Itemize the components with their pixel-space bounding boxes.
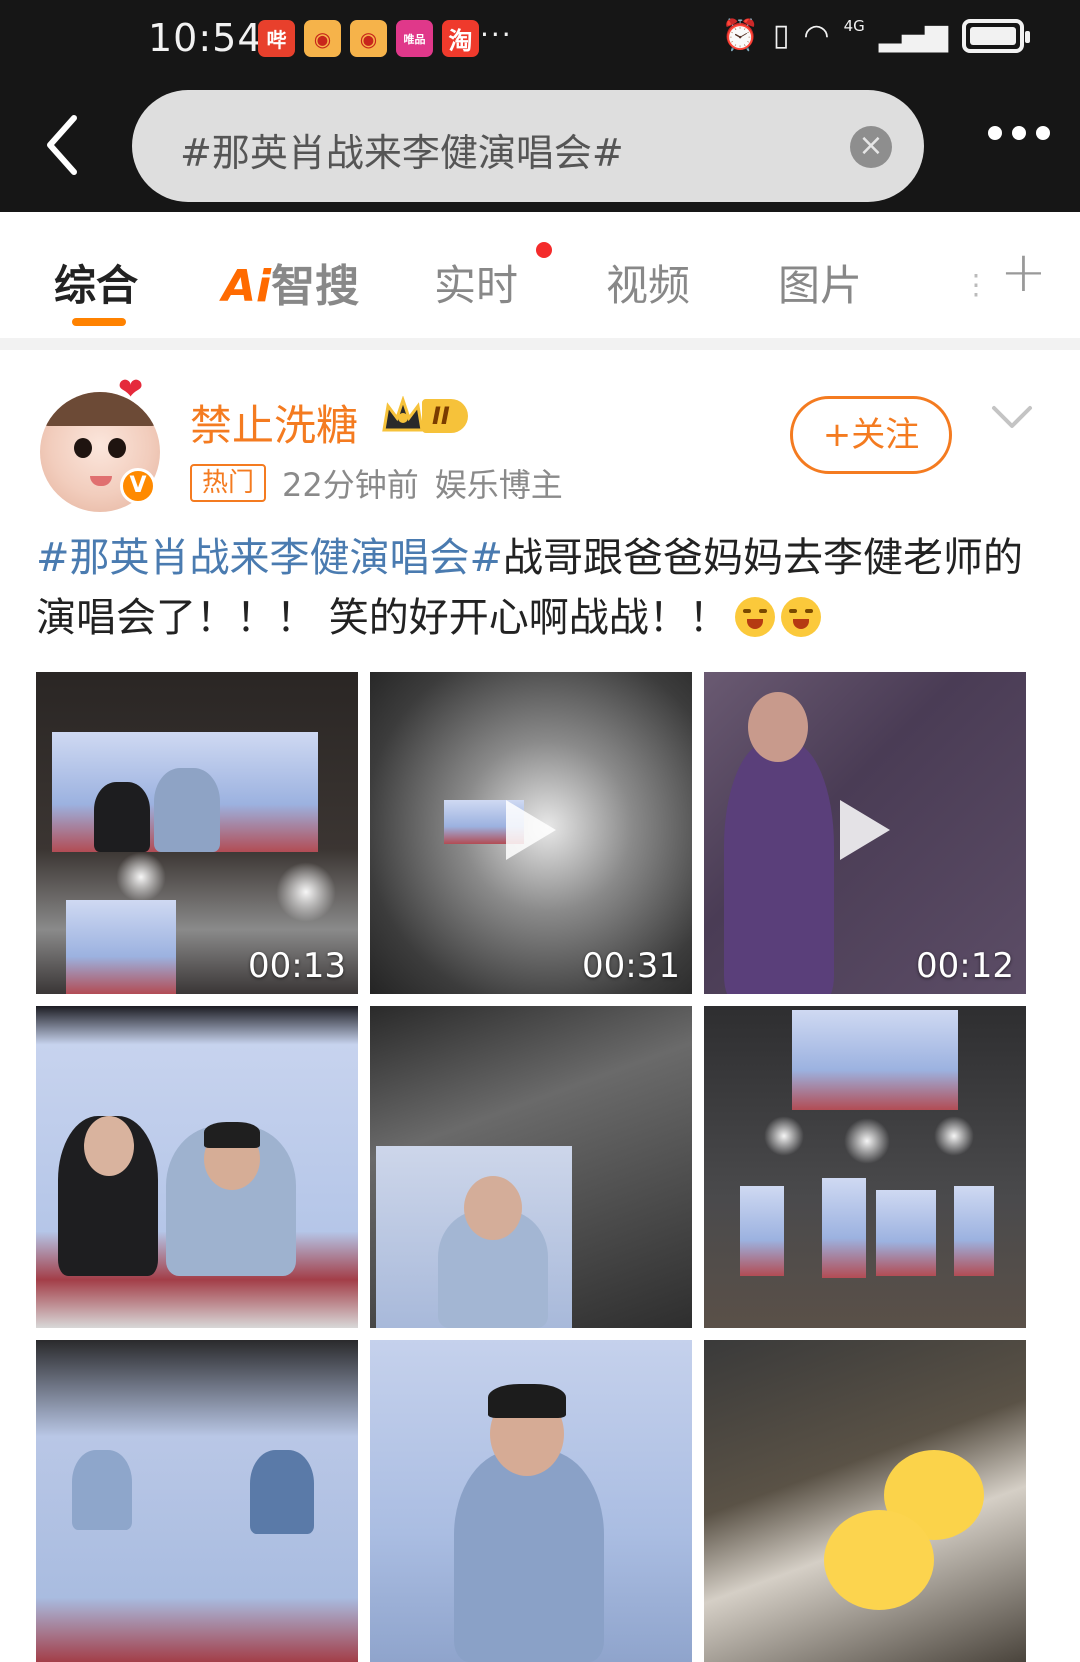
image-thumbnail[interactable]: [370, 1340, 692, 1662]
bilibili-icon: 哔: [258, 20, 295, 57]
taobao-icon: 淘: [442, 20, 479, 57]
video-duration: 00:13: [248, 946, 346, 986]
vipshop-icon: 唯品: [396, 20, 433, 57]
member-level-badge: II: [380, 395, 468, 436]
topic-link[interactable]: #那英肖战来李健演唱会#: [36, 535, 503, 581]
play-icon: [506, 800, 556, 860]
video-thumbnail[interactable]: 00:12: [704, 672, 1026, 994]
back-arrow-icon: [47, 115, 77, 175]
video-thumbnail[interactable]: 00:13: [36, 672, 358, 994]
post-text: #那英肖战来李健演唱会#战哥跟爸爸妈妈去李健老师的演唱会了！！！ 笑的好开心啊战…: [36, 528, 1036, 648]
search-bar[interactable]: #那英肖战来李健演唱会# ×: [132, 90, 924, 202]
tab-comprehensive[interactable]: 综合: [54, 252, 138, 313]
post-menu-chevron[interactable]: [990, 402, 1034, 432]
alarm-icon: ⏰: [721, 18, 759, 53]
tab-overflow-marker: ⋮: [962, 268, 990, 301]
image-thumbnail[interactable]: [36, 1340, 358, 1662]
notification-icons: 哔 ◉ ◉ 唯品 淘: [258, 20, 479, 57]
section-divider: [0, 338, 1080, 350]
tab-ai-search[interactable]: Ai智搜: [222, 250, 359, 314]
post-card: ❤ V 禁止洗糖 II 热门 22分钟前 娱乐博主 +关注 #那英肖战来李健演唱…: [0, 350, 1080, 1662]
weibo-icon: ◉: [304, 20, 341, 57]
chevron-down-icon: [992, 406, 1032, 428]
battery-icon: [962, 18, 1030, 53]
level-tag: II: [422, 399, 468, 433]
video-duration: 00:12: [916, 946, 1014, 986]
dot-icon: [1036, 126, 1050, 140]
video-duration: 00:31: [582, 946, 680, 986]
more-options-button[interactable]: [988, 126, 1050, 140]
top-bar: 10:54 哔 ◉ ◉ 唯品 淘 ··· ⏰ ▯ ◠ 4G ▂▄▆ #那英肖战来…: [0, 0, 1080, 212]
username[interactable]: 禁止洗糖: [190, 392, 358, 453]
ai-logo: Ai: [222, 261, 272, 312]
image-thumbnail[interactable]: [36, 1006, 358, 1328]
dot-icon: [988, 126, 1002, 140]
laugh-cry-emoji-icon: [734, 597, 775, 637]
hot-tag: 热门: [190, 464, 267, 502]
status-indicators: ⏰ ▯ ◠ 4G ▂▄▆: [721, 16, 1030, 53]
signal-icon: ▂▄▆: [878, 18, 948, 53]
add-tab-button[interactable]: +: [1000, 240, 1047, 305]
realtime-badge: [536, 242, 552, 258]
clear-search-button[interactable]: ×: [850, 126, 892, 168]
follow-button[interactable]: +关注: [790, 396, 952, 474]
image-thumbnail[interactable]: [370, 1006, 692, 1328]
back-button[interactable]: [40, 110, 90, 180]
image-thumbnail[interactable]: [704, 1340, 1026, 1662]
laugh-cry-emoji-icon: [780, 597, 821, 637]
more-notifications-icon: ···: [480, 18, 513, 51]
active-tab-indicator: [72, 318, 126, 326]
tab-video[interactable]: 视频: [606, 252, 690, 313]
heart-decoration-icon: ❤: [118, 372, 144, 407]
post-time: 22分钟前: [282, 466, 419, 504]
weibo-icon: ◉: [350, 20, 387, 57]
image-thumbnail[interactable]: [704, 1006, 1026, 1328]
dot-icon: [1012, 126, 1026, 140]
play-icon: [840, 800, 890, 860]
network-type: 4G: [843, 16, 865, 35]
search-query: #那英肖战来李健演唱会#: [180, 131, 624, 175]
verified-badge: V: [120, 468, 156, 504]
tab-realtime[interactable]: 实时: [434, 252, 518, 313]
video-thumbnail[interactable]: 00:31: [370, 672, 692, 994]
wifi-icon: ◠: [803, 18, 830, 53]
author-role: 娱乐博主: [434, 466, 563, 504]
status-bar: 10:54 哔 ◉ ◉ 唯品 淘 ··· ⏰ ▯ ◠ 4G ▂▄▆: [0, 0, 1080, 80]
post-meta: 热门 22分钟前 娱乐博主: [190, 460, 563, 506]
crown-icon: [380, 395, 426, 436]
tab-ai-search-label: 智搜: [271, 261, 360, 312]
status-time: 10:54: [148, 16, 263, 60]
search-tabs: 综合 Ai智搜 实时 视频 图片 ⋮ +: [0, 212, 1080, 338]
vibrate-icon: ▯: [772, 18, 790, 53]
tab-images[interactable]: 图片: [778, 252, 862, 313]
